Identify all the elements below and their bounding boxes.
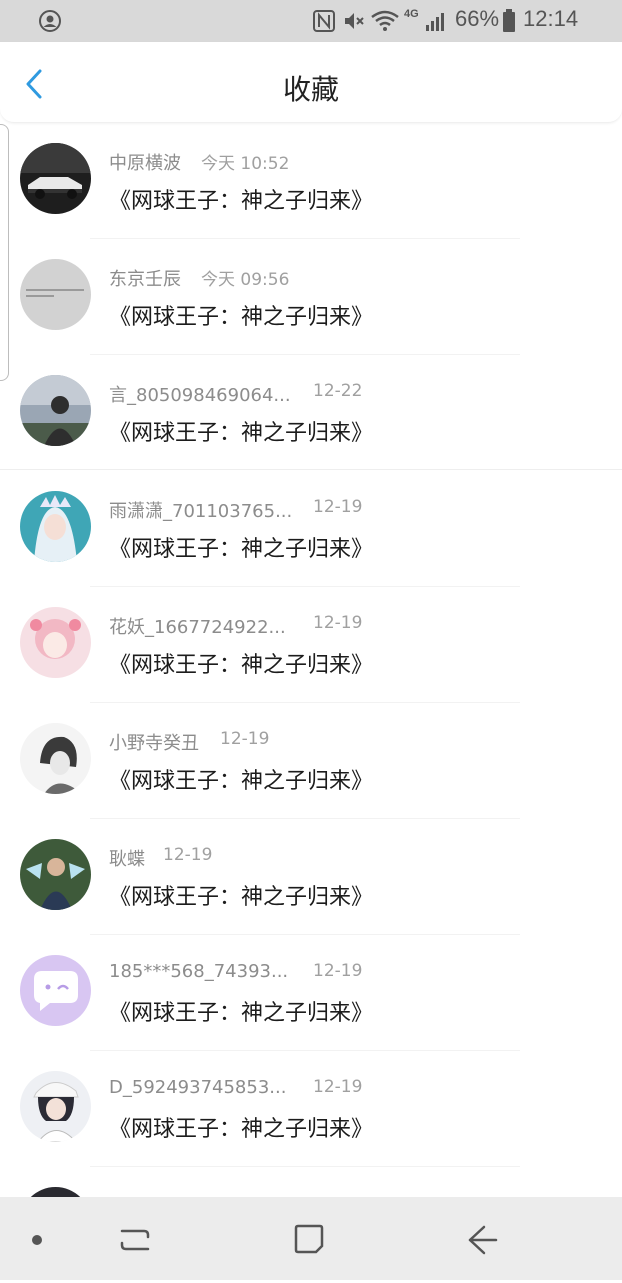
list-item[interactable]: 185***568_74393... 12-19 《网球王子：神之子归来》: [0, 935, 622, 1051]
user-name: 雨潇潇_701103765...: [109, 501, 293, 522]
timestamp: 今天 10:52: [201, 154, 290, 174]
recent-apps-icon[interactable]: [118, 1223, 152, 1257]
item-meta: 花妖_1667724922... 12-19: [109, 613, 362, 639]
list-item[interactable]: 中原横波 今天 10:52 《网球王子：神之子归来》: [0, 123, 622, 239]
list-item[interactable]: 东京壬辰 今天 09:56 《网球王子：神之子归来》: [0, 239, 622, 355]
battery-percent: 66%: [455, 6, 500, 31]
item-title: 《网球王子：神之子归来》: [109, 1001, 374, 1026]
avatar[interactable]: [20, 143, 91, 214]
list-item[interactable]: D_592493745853... 12-19 《网球王子：神之子归来》: [0, 1051, 622, 1167]
item-title: 《网球王子：神之子归来》: [109, 189, 374, 214]
item-title: 《网球王子：神之子归来》: [109, 885, 374, 910]
list-item[interactable]: 言_805098469064... 12-22 《网球王子：神之子归来》: [0, 355, 622, 471]
item-meta: 耿蝶 12-19: [109, 845, 212, 871]
avatar[interactable]: [20, 375, 91, 446]
item-title: 《网球王子：神之子归来》: [109, 537, 374, 562]
dot-icon[interactable]: [30, 1233, 44, 1247]
list-item[interactable]: 耿蝶 12-19 《网球王子：神之子归来》: [0, 819, 622, 935]
wifi-icon: [371, 10, 399, 31]
user-name: 言_805098469064...: [109, 385, 291, 406]
item-meta: 185***568_74393... 12-19: [109, 961, 362, 982]
avatar[interactable]: [20, 607, 91, 678]
avatar[interactable]: [20, 1071, 91, 1142]
mute-icon: [345, 13, 364, 29]
timestamp: 今天 09:56: [201, 270, 290, 290]
timestamp: 12-19: [313, 613, 363, 633]
user-name: 185***568_74393...: [109, 961, 289, 982]
list-item[interactable]: 花妖_1667724922... 12-19 《网球王子：神之子归来》: [0, 587, 622, 703]
user-name: D_592493745853...: [109, 1077, 287, 1098]
item-meta: 雨潇潇_701103765... 12-19: [109, 497, 362, 523]
system-nav-bar: [0, 1197, 622, 1280]
timestamp: 12-22: [313, 381, 363, 401]
item-title: 《网球王子：神之子归来》: [109, 653, 374, 678]
item-meta: 东京壬辰 今天 09:56: [109, 265, 289, 291]
timestamp: 12-19: [313, 1077, 363, 1097]
avatar[interactable]: [20, 259, 91, 330]
item-title: 《网球王子：神之子归来》: [109, 421, 374, 446]
account-circle-icon: [39, 10, 61, 32]
item-meta: D_592493745853... 12-19: [109, 1077, 362, 1098]
network-type: 4G: [404, 8, 419, 20]
item-meta: 言_805098469064... 12-22: [109, 381, 362, 407]
timestamp: 12-19: [220, 729, 270, 749]
divider: [0, 469, 622, 470]
user-name: 东京壬辰: [109, 269, 181, 290]
avatar[interactable]: [20, 955, 91, 1026]
home-icon[interactable]: [292, 1222, 326, 1256]
list-item[interactable]: 雨潇潇_701103765... 12-19 《网球王子：神之子归来》: [0, 471, 622, 587]
battery-icon: [503, 9, 515, 32]
status-bar: 4G 66% 12:14: [0, 0, 622, 42]
item-meta: 小野寺癸丑 12-19: [109, 729, 269, 755]
item-title: 《网球王子：神之子归来》: [109, 769, 374, 794]
avatar[interactable]: [20, 491, 91, 562]
item-title: 《网球王子：神之子归来》: [109, 305, 374, 330]
user-name: 小野寺癸丑: [109, 733, 199, 754]
item-meta: 中原横波 今天 10:52: [109, 149, 289, 175]
list-item[interactable]: 小野寺癸丑 12-19 《网球王子：神之子归来》: [0, 703, 622, 819]
timestamp: 12-19: [163, 845, 213, 865]
user-name: 花妖_1667724922...: [109, 617, 286, 638]
clock: 12:14: [523, 6, 579, 31]
avatar[interactable]: [20, 723, 91, 794]
user-name: 中原横波: [109, 153, 181, 174]
app-header: 收藏: [0, 42, 622, 123]
back-arrow-icon[interactable]: [466, 1223, 500, 1257]
item-title: 《网球王子：神之子归来》: [109, 1117, 374, 1142]
page-title: 收藏: [282, 73, 339, 106]
nfc-icon: [313, 10, 335, 32]
signal-icon: [426, 13, 444, 31]
timestamp: 12-19: [313, 961, 363, 981]
timestamp: 12-19: [313, 497, 363, 517]
user-name: 耿蝶: [109, 849, 145, 870]
avatar[interactable]: [20, 839, 91, 910]
favorites-list: 中原横波 今天 10:52 《网球王子：神之子归来》 东京壬辰 今天 09:56…: [0, 123, 622, 1283]
